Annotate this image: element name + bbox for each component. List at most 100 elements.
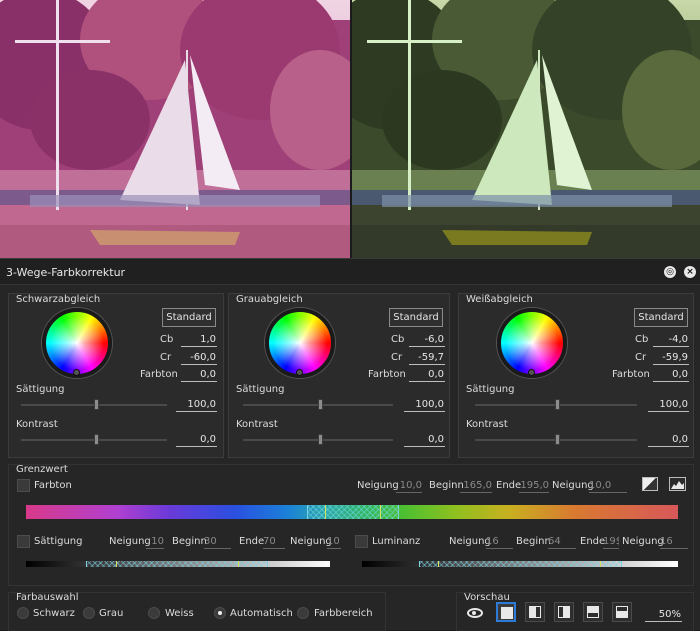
luminanz-ende-value[interactable]: 19$: [603, 536, 619, 549]
saettigung-slider-knob[interactable]: [555, 399, 560, 410]
farbton-checkbox[interactable]: [17, 479, 30, 492]
kontrast-value[interactable]: 0,0: [404, 434, 445, 447]
standard-button[interactable]: Standard: [389, 308, 443, 327]
wheel-handle[interactable]: [296, 369, 303, 376]
saettigung-beginn-value[interactable]: 30: [204, 536, 231, 549]
farbton-value[interactable]: 0,0: [409, 369, 445, 382]
luminanz-label: Luminanz: [372, 536, 421, 547]
kontrast-slider-knob[interactable]: [318, 434, 323, 445]
hue-range-selection[interactable]: [307, 505, 399, 519]
cr-value[interactable]: -59,7: [409, 352, 445, 365]
radio-farbbereich-label: Farbbereich: [314, 608, 373, 619]
farbton-beginn-value[interactable]: 165,0: [460, 480, 492, 493]
farbton-value[interactable]: 0,0: [181, 369, 217, 382]
hue-range-end-marker[interactable]: [380, 505, 381, 519]
sailboat-image-original: [0, 0, 350, 258]
radio-grau-label: Grau: [99, 608, 124, 619]
standard-button[interactable]: Standard: [162, 308, 216, 327]
cb-label: Cb: [391, 334, 405, 345]
luminanz-neigung-value[interactable]: 16: [486, 536, 513, 549]
cr-label: Cr: [391, 352, 403, 363]
color-wheel[interactable]: [265, 308, 335, 378]
radio-farbbereich[interactable]: [297, 607, 309, 619]
luminanz-end-marker[interactable]: [600, 561, 601, 567]
saettigung-ende-value[interactable]: 70: [263, 536, 285, 549]
kontrast-slider-knob[interactable]: [94, 434, 99, 445]
cr-label: Cr: [635, 352, 647, 363]
view-split-left-button[interactable]: [525, 602, 545, 622]
cb-label: Cb: [635, 334, 649, 345]
saettigung-neigung2-value[interactable]: 10: [327, 536, 341, 549]
farbton-value[interactable]: 0,0: [653, 369, 689, 382]
saettigung-value[interactable]: 100,0: [404, 399, 445, 412]
radio-grau[interactable]: [83, 607, 95, 619]
view-split-top-button[interactable]: [583, 602, 603, 622]
luminanz-neigung2-value[interactable]: 16: [660, 536, 688, 549]
saettigung-neigung2-label: Neigung: [290, 536, 332, 547]
saettigung-begin-marker[interactable]: [116, 561, 117, 567]
luminanz-neigung-label: Neigung: [449, 536, 491, 547]
farbton-neigung-value[interactable]: 10,0: [396, 480, 422, 493]
saettigung-label: Sättigung: [16, 384, 65, 395]
cb-value[interactable]: -6,0: [409, 334, 445, 347]
invert-range-icon[interactable]: [642, 477, 658, 491]
luminanz-neigung2-label: Neigung: [622, 536, 664, 547]
kontrast-label: Kontrast: [16, 419, 58, 430]
radio-automatisch[interactable]: [214, 607, 226, 619]
preview-area: [0, 0, 700, 258]
wheel-handle[interactable]: [73, 369, 80, 376]
saettigung-label: Sättigung: [236, 384, 285, 395]
saettigung-range-selection[interactable]: [86, 561, 268, 567]
color-wheel[interactable]: [42, 308, 112, 378]
luminanz-beginn-value[interactable]: 64: [548, 536, 576, 549]
hue-range-begin-marker[interactable]: [325, 505, 326, 519]
cr-value[interactable]: -59,9: [653, 352, 689, 365]
saettigung-slider-knob[interactable]: [318, 399, 323, 410]
radio-weiss[interactable]: [148, 607, 160, 619]
saettigung-slider-knob[interactable]: [94, 399, 99, 410]
view-split-right-button[interactable]: [554, 602, 574, 622]
standard-button[interactable]: Standard: [634, 308, 688, 327]
farbton-ende-value[interactable]: 195,0: [519, 480, 549, 493]
kontrast-label: Kontrast: [236, 419, 278, 430]
settings-icon[interactable]: ◎: [664, 266, 676, 278]
color-wheel[interactable]: [497, 308, 567, 378]
eye-icon[interactable]: [467, 608, 483, 618]
radio-schwarz[interactable]: [17, 607, 29, 619]
farbton-ende-label: Ende: [496, 480, 522, 491]
sailboat-image-corrected: [352, 0, 700, 258]
radio-automatisch-label: Automatisch: [230, 608, 293, 619]
schwarzabgleich-section: Schwarzabgleich Standard Cb 1,0 Cr -60,0…: [8, 293, 224, 458]
histogram-icon[interactable]: [669, 477, 686, 491]
farbton-neigung-label: Neigung: [357, 480, 399, 491]
cb-value[interactable]: 1,0: [181, 334, 217, 347]
luminanz-range-selection[interactable]: [419, 561, 622, 567]
cb-value[interactable]: -4,0: [653, 334, 689, 347]
view-full-button[interactable]: [496, 602, 516, 622]
saettigung-value[interactable]: 100,0: [648, 399, 689, 412]
weissabgleich-section: Weißabgleich Standard Cb -4,0 Cr -59,9 F…: [458, 293, 694, 458]
farbton-beginn-label: Beginn: [429, 480, 464, 491]
luminanz-checkbox[interactable]: [355, 535, 368, 548]
section-title: Grauabgleich: [236, 294, 303, 305]
kontrast-value[interactable]: 0,0: [176, 434, 217, 447]
section-title: Schwarzabgleich: [16, 294, 101, 305]
kontrast-value[interactable]: 0,0: [648, 434, 689, 447]
color-correction-panel: 3-Wege-Farbkorrektur ◎ × Schwarzabgleich…: [0, 258, 700, 631]
wheel-handle[interactable]: [528, 369, 535, 376]
zoom-value[interactable]: 50%: [645, 609, 682, 622]
view-split-bottom-button[interactable]: [612, 602, 632, 622]
panel-titlebar: 3-Wege-Farbkorrektur ◎ ×: [0, 259, 700, 285]
saettigung-value[interactable]: 100,0: [176, 399, 217, 412]
farbton-label: Farbton: [612, 369, 650, 380]
saettigung-checkbox[interactable]: [17, 535, 30, 548]
farbton-neigung2-value[interactable]: 10,0: [589, 480, 627, 493]
close-icon[interactable]: ×: [684, 266, 696, 278]
saettigung-neigung-value[interactable]: 10: [146, 536, 164, 549]
kontrast-slider-knob[interactable]: [555, 434, 560, 445]
farbton-neigung2-label: Neigung: [552, 480, 594, 491]
saettigung-end-marker[interactable]: [238, 561, 239, 567]
cr-value[interactable]: -60,0: [181, 352, 217, 365]
luminanz-begin-marker[interactable]: [438, 561, 439, 567]
farbton-label: Farbton: [34, 480, 72, 491]
